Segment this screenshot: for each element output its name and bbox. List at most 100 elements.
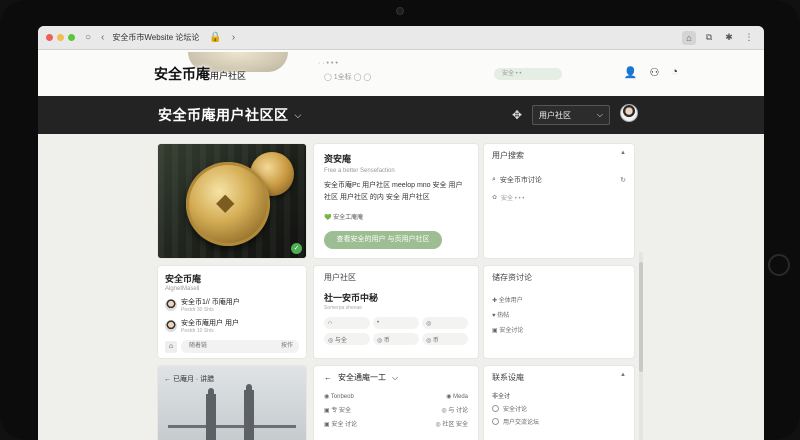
panel-title: 储存资讨论 [492, 273, 532, 282]
comment-row: ⌂ 随着链 按作 [165, 340, 299, 353]
list-item[interactable]: 安全币1// 币庵用户 Pestdr 30 Shts [165, 297, 299, 313]
list-item[interactable]: ▣ 安全讨论 [492, 325, 626, 334]
bridge-shape [168, 425, 296, 428]
background-page: 安全币庵用户社区 · · • • • ◯ 1全标 ◯ ◯ 安全 • • 👤 ⚇ … [38, 50, 764, 96]
activity-panel: 储存资讨论 ✚ 全体用户 ♥ 热帖 ▣ 安全讨论 [484, 266, 634, 358]
ghost-text-2: ◯ 1全标 ◯ ◯ [324, 74, 372, 81]
option-chip[interactable]: ◎ 币 [373, 333, 419, 345]
chevron-down-icon: ⌵ [596, 110, 603, 119]
poll-option[interactable]: 用户交流论坛 [492, 417, 626, 426]
option-chip[interactable]: • [373, 317, 419, 329]
user-meta: Pestdr 10 Shts [181, 328, 214, 334]
search-input[interactable]: ⌕ 安全币市讨论 ↻ [492, 175, 626, 185]
list-item[interactable]: 安全币庵用户 用户 Pestdr 10 Shts [165, 318, 299, 334]
list-item[interactable]: ▣ 专 安全 ◎ 与 讨论 [324, 405, 468, 414]
camera-icon [396, 7, 404, 15]
user-search-panel: 用户搜索 ▲ ⌕ 安全币市讨论 ↻ ✿ 安全 • • • [484, 144, 634, 258]
card-title[interactable]: ← 安全通庵一工 ⌵ [324, 372, 468, 383]
window-controls [46, 34, 75, 41]
coin-image [186, 162, 270, 246]
collapse-icon[interactable]: ▲ [620, 150, 626, 156]
verified-icon: ✓ [291, 243, 302, 254]
poll-option[interactable]: 安全讨论 [492, 404, 626, 413]
tab-title[interactable]: 安全币市Website 论坛论 [112, 32, 199, 43]
profile-card: 安全币庵 AlgnetMasell 安全币1// 币庵用户 Pestdr 30 … [158, 266, 306, 358]
heart-icon: 💚 [324, 215, 332, 221]
back-icon[interactable]: ← [324, 373, 332, 382]
share-icon[interactable]: ⧉ [702, 31, 716, 45]
reload-icon[interactable]: ○ [85, 32, 91, 43]
poll-question: 非全讨 [492, 394, 511, 400]
scrollbar[interactable] [639, 252, 643, 440]
card-heading: 社一安币中秘 [324, 293, 379, 303]
main-content: ✓ 资安庵 Free a better Sensefaction 安全币庵Pc … [38, 134, 764, 440]
option-chip[interactable]: ◎ 与全 [324, 333, 370, 345]
settings-icon[interactable]: ✥ [512, 108, 522, 122]
option-chip[interactable]: ∩ [324, 317, 370, 329]
community-select[interactable]: 用户社区 ⌵ [532, 105, 610, 125]
card-subtitle: Somerpa shenae [324, 305, 363, 311]
list-item[interactable]: ✚ 全体用户 [492, 295, 626, 304]
chevron-down-icon: ⌵ [294, 109, 302, 120]
option-chip[interactable]: ◎ [422, 317, 468, 329]
panel-title: 联系设庵 [492, 373, 524, 382]
community-card: 用户社区 社一安币中秘 Somerpa shenae ∩ • ◎ ◎ 与全 ◎ … [314, 266, 478, 358]
comment-input[interactable]: 随着链 按作 [181, 340, 299, 353]
panel-title: 用户搜索 [492, 151, 524, 160]
browser-actions: ⌂ ⧉ ✱ ⋮ [682, 30, 756, 45]
tag: 💚 安全工庵庵 [324, 215, 364, 221]
site-header: 安全币庵用户社区区 ⌵ ✥ 用户社区 ⌵ [38, 96, 764, 134]
device-bezel: ○ ‹ 安全币市Website 论坛论 🔒 › ⌂ ⧉ ✱ ⋮ 安全币庵用户社区… [0, 0, 800, 440]
radio-button[interactable] [492, 418, 499, 425]
radio-button[interactable] [492, 405, 499, 412]
minimize-window-button[interactable] [57, 34, 64, 41]
ghost-title: 安全币庵用户社区 [154, 66, 247, 82]
browser-toolbar: ○ ‹ 安全币市Website 论坛论 🔒 › ⌂ ⧉ ✱ ⋮ [38, 26, 764, 50]
list-item[interactable]: ◉ Tonbeob ◉ Meda [324, 393, 468, 400]
card-subtitle: AlgnetMasell [165, 286, 200, 292]
close-window-button[interactable] [46, 34, 53, 41]
ghost-pill: 安全 • • [494, 68, 562, 80]
city-image-card[interactable]: ← 已庵月 · 讲腊 [158, 366, 306, 440]
hero-image-card[interactable]: ✓ [158, 144, 306, 258]
user-name: 安全币庵用户 用户 [181, 320, 239, 327]
card-title: 安全币庵 [165, 274, 202, 284]
card-body: 安全币庵Pc 用户社区 meelop mno 安全 用户社区 用户社区 的内 安… [324, 182, 463, 201]
chevron-down-icon: ⌵ [392, 372, 399, 382]
site-title[interactable]: 安全币庵用户社区区 ⌵ [158, 105, 302, 125]
refresh-icon[interactable]: ↻ [620, 176, 626, 184]
list-item[interactable]: ✿ 安全 • • • [492, 193, 626, 202]
user-name: 安全币1// 币庵用户 [181, 299, 240, 306]
user-meta: Pestdr 30 Shts [181, 307, 214, 313]
avatar [165, 299, 177, 311]
collapse-icon[interactable]: ▲ [620, 372, 626, 378]
card-title: 资安庵 [324, 154, 352, 164]
option-grid: ∩ • ◎ ◎ 与全 ◎ 币 ◎ 币 [324, 317, 468, 345]
home-button[interactable] [768, 254, 790, 276]
home-icon[interactable]: ⌂ [682, 30, 696, 45]
security-card: ← 安全通庵一工 ⌵ ◉ Tonbeob ◉ Meda ▣ 专 安全 ◎ 与 讨论 ▣ … [314, 366, 478, 440]
image-caption[interactable]: ← 已庵月 · 讲腊 [164, 374, 214, 384]
ghost-icons: 👤 ⚇ ◔ [624, 66, 678, 79]
send-button[interactable]: 按作 [281, 340, 293, 353]
view-community-button[interactable]: 查看安全的用户 与页用户社区 [324, 231, 442, 249]
description-card: 资安庵 Free a better Sensefaction 安全币庵Pc 用户… [314, 144, 478, 258]
chart-icon[interactable]: ◔ [671, 66, 678, 79]
card-title: 用户社区 [324, 273, 356, 282]
avatar[interactable] [620, 104, 638, 122]
scrollbar-thumb[interactable] [639, 262, 643, 372]
forward-icon[interactable]: › [232, 32, 235, 43]
maximize-window-button[interactable] [68, 34, 75, 41]
people-icon[interactable]: ⚇ [649, 66, 659, 79]
list-item[interactable]: ♥ 热帖 [492, 310, 626, 319]
back-icon[interactable]: ‹ [101, 32, 104, 43]
screen: ○ ‹ 安全币市Website 论坛论 🔒 › ⌂ ⧉ ✱ ⋮ 安全币庵用户社区… [38, 26, 764, 440]
option-chip[interactable]: ◎ 币 [422, 333, 468, 345]
lock-icon: ⌂ [165, 340, 177, 353]
more-icon[interactable]: ⋮ [742, 31, 756, 45]
bookmark-icon[interactable]: ✱ [722, 31, 736, 45]
gear-icon: ✿ [492, 195, 498, 201]
user-icon[interactable]: 👤 [624, 66, 638, 79]
poll-panel: 联系设庵 ▲ 非全讨 安全讨论 用户交流论坛 [484, 366, 634, 440]
list-item[interactable]: ▣ 安全 讨论 ◎ 社区 安全 [324, 419, 468, 428]
